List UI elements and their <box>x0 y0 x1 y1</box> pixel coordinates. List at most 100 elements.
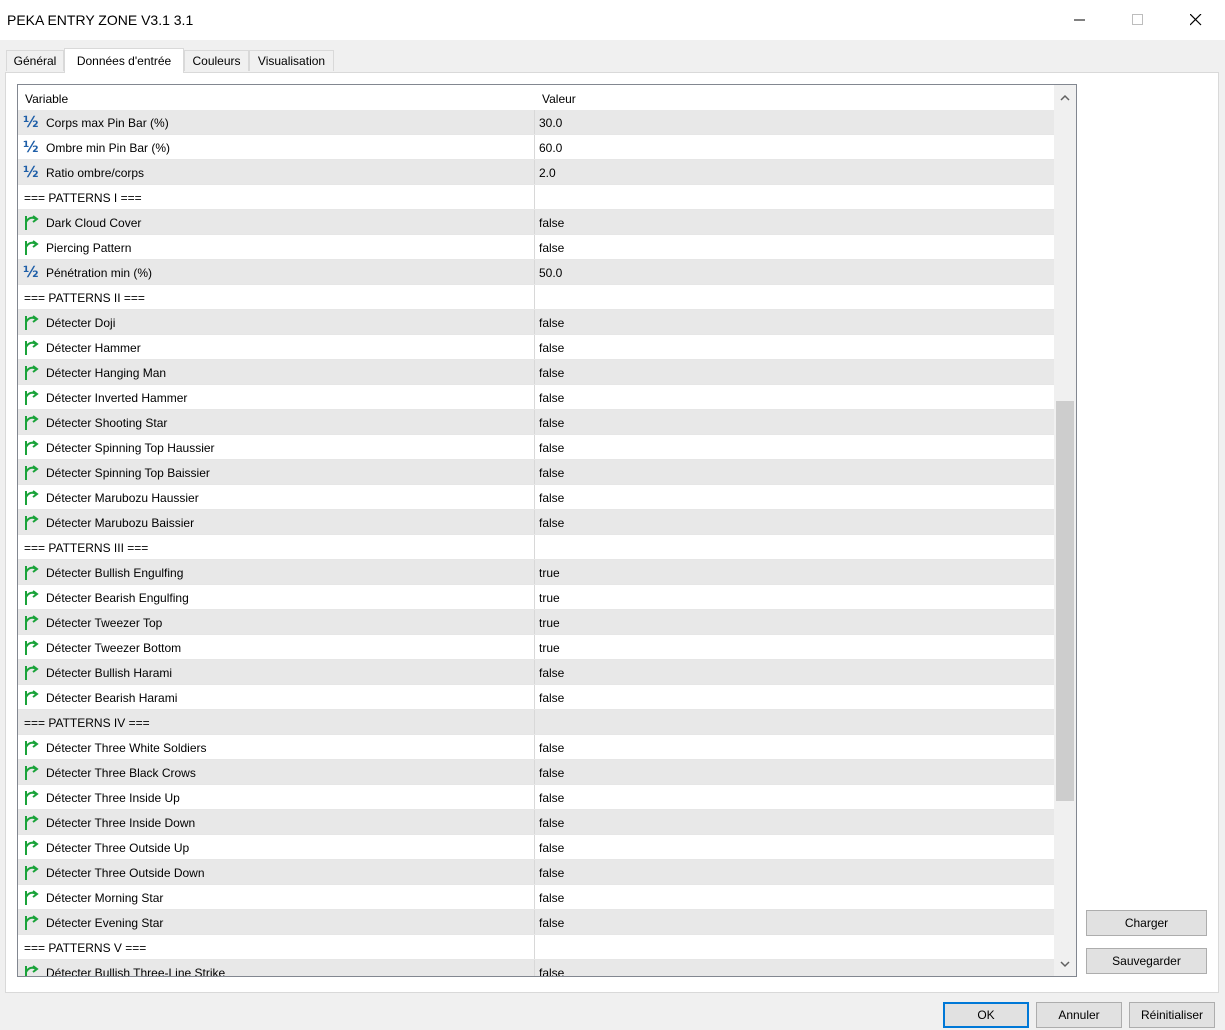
table-row[interactable]: Détecter Inverted Hammer false <box>18 385 1054 410</box>
section-label: === PATTERNS III === <box>24 541 149 555</box>
parameter-value[interactable]: true <box>539 641 560 655</box>
parameter-value[interactable]: false <box>539 816 564 830</box>
parameters-grid[interactable]: Variable Valeur ½ Corps max Pin Bar (%) 30… <box>17 84 1077 977</box>
variable-cell: Détecter Evening Star <box>18 910 535 934</box>
maximize-button[interactable] <box>1109 0 1167 40</box>
parameter-value[interactable]: false <box>539 441 564 455</box>
section-row[interactable]: === PATTERNS IV === <box>18 710 1054 735</box>
bool-icon <box>23 788 41 806</box>
parameter-value[interactable]: false <box>539 916 564 930</box>
minimize-button[interactable] <box>1051 0 1109 40</box>
section-label: === PATTERNS V === <box>24 941 147 955</box>
parameter-label: Détecter Three Inside Up <box>46 791 180 805</box>
parameter-label: Détecter Morning Star <box>46 891 164 905</box>
close-button[interactable] <box>1167 0 1225 40</box>
parameter-value[interactable]: false <box>539 741 564 755</box>
variable-cell: Détecter Tweezer Bottom <box>18 635 535 659</box>
table-row[interactable]: Détecter Spinning Top Haussier false <box>18 435 1054 460</box>
table-row[interactable]: Détecter Bullish Three-Line Strike false <box>18 960 1054 976</box>
tab-visualisation[interactable]: Visualisation <box>249 50 334 71</box>
parameter-value[interactable]: false <box>539 966 564 976</box>
parameter-value[interactable]: true <box>539 616 560 630</box>
section-row[interactable]: === PATTERNS III === <box>18 535 1054 560</box>
table-row[interactable]: Détecter Bullish Engulfing true <box>18 560 1054 585</box>
parameter-value[interactable]: false <box>539 791 564 805</box>
table-row[interactable]: Détecter Tweezer Top true <box>18 610 1054 635</box>
table-row[interactable]: ½ Corps max Pin Bar (%) 30.0 <box>18 110 1054 135</box>
table-row[interactable]: Détecter Marubozu Baissier false <box>18 510 1054 535</box>
parameter-value[interactable]: false <box>539 216 564 230</box>
load-button[interactable]: Charger <box>1086 910 1207 936</box>
variable-cell: Détecter Morning Star <box>18 885 535 909</box>
table-row[interactable]: ½ Pénétration min (%) 50.0 <box>18 260 1054 285</box>
table-row[interactable]: Détecter Bearish Harami false <box>18 685 1054 710</box>
table-row[interactable]: Détecter Three Inside Down false <box>18 810 1054 835</box>
parameter-value[interactable]: 2.0 <box>539 166 556 180</box>
parameter-value[interactable]: false <box>539 691 564 705</box>
table-row[interactable]: Détecter Evening Star false <box>18 910 1054 935</box>
cancel-button[interactable]: Annuler <box>1036 1002 1122 1028</box>
bool-icon <box>23 863 41 881</box>
table-row[interactable]: Détecter Hammer false <box>18 335 1054 360</box>
ok-button[interactable]: OK <box>943 1002 1029 1028</box>
parameter-label: Piercing Pattern <box>46 241 132 255</box>
parameter-value[interactable]: 50.0 <box>539 266 562 280</box>
window-title: PEKA ENTRY ZONE V3.1 3.1 <box>7 12 194 28</box>
table-row[interactable]: Détecter Doji false <box>18 310 1054 335</box>
parameter-value[interactable]: true <box>539 591 560 605</box>
section-label: === PATTERNS I === <box>24 191 142 205</box>
tab-colors[interactable]: Couleurs <box>184 50 249 71</box>
reset-button[interactable]: Réinitialiser <box>1129 1002 1215 1028</box>
vertical-scrollbar[interactable] <box>1054 85 1076 976</box>
bool-icon <box>23 238 41 256</box>
parameter-value[interactable]: false <box>539 466 564 480</box>
parameter-value[interactable]: false <box>539 666 564 680</box>
parameter-value[interactable]: false <box>539 866 564 880</box>
scroll-thumb[interactable] <box>1056 401 1074 801</box>
section-row[interactable]: === PATTERNS V === <box>18 935 1054 960</box>
table-row[interactable]: Détecter Marubozu Haussier false <box>18 485 1054 510</box>
variable-cell: ½ Pénétration min (%) <box>18 260 535 284</box>
scroll-up-button[interactable] <box>1054 87 1076 107</box>
table-row[interactable]: Détecter Bullish Harami false <box>18 660 1054 685</box>
scroll-down-button[interactable] <box>1054 954 1076 974</box>
table-row[interactable]: Détecter Three White Soldiers false <box>18 735 1054 760</box>
parameter-value[interactable]: 30.0 <box>539 116 562 130</box>
parameter-value[interactable]: false <box>539 841 564 855</box>
parameter-value[interactable]: false <box>539 416 564 430</box>
table-row[interactable]: Détecter Hanging Man false <box>18 360 1054 385</box>
table-row[interactable]: Dark Cloud Cover false <box>18 210 1054 235</box>
column-header-value[interactable]: Valeur <box>542 92 576 106</box>
table-row[interactable]: Détecter Morning Star false <box>18 885 1054 910</box>
save-button[interactable]: Sauvegarder <box>1086 948 1207 974</box>
parameter-value[interactable]: false <box>539 491 564 505</box>
table-row[interactable]: Détecter Shooting Star false <box>18 410 1054 435</box>
parameter-label: Détecter Shooting Star <box>46 416 168 430</box>
tab-input-data[interactable]: Données d'entrée <box>64 48 184 73</box>
parameter-value[interactable]: false <box>539 766 564 780</box>
table-row[interactable]: Détecter Tweezer Bottom true <box>18 635 1054 660</box>
parameter-value[interactable]: false <box>539 391 564 405</box>
parameter-value[interactable]: 60.0 <box>539 141 562 155</box>
parameter-value[interactable]: false <box>539 516 564 530</box>
table-row[interactable]: Détecter Spinning Top Baissier false <box>18 460 1054 485</box>
parameter-value[interactable]: false <box>539 341 564 355</box>
table-row[interactable]: Détecter Three Black Crows false <box>18 760 1054 785</box>
tab-general[interactable]: Général <box>6 50 64 71</box>
parameter-value[interactable]: false <box>539 366 564 380</box>
parameter-value[interactable]: false <box>539 891 564 905</box>
section-row[interactable]: === PATTERNS II === <box>18 285 1054 310</box>
table-row[interactable]: ½ Ratio ombre/corps 2.0 <box>18 160 1054 185</box>
table-row[interactable]: Détecter Three Outside Down false <box>18 860 1054 885</box>
table-row[interactable]: Détecter Bearish Engulfing true <box>18 585 1054 610</box>
section-row[interactable]: === PATTERNS I === <box>18 185 1054 210</box>
table-row[interactable]: Piercing Pattern false <box>18 235 1054 260</box>
parameter-value[interactable]: false <box>539 241 564 255</box>
column-header-variable[interactable]: Variable <box>25 92 68 106</box>
bool-icon <box>23 763 41 781</box>
parameter-value[interactable]: false <box>539 316 564 330</box>
table-row[interactable]: Détecter Three Outside Up false <box>18 835 1054 860</box>
table-row[interactable]: ½ Ombre min Pin Bar (%) 60.0 <box>18 135 1054 160</box>
parameter-value[interactable]: true <box>539 566 560 580</box>
table-row[interactable]: Détecter Three Inside Up false <box>18 785 1054 810</box>
